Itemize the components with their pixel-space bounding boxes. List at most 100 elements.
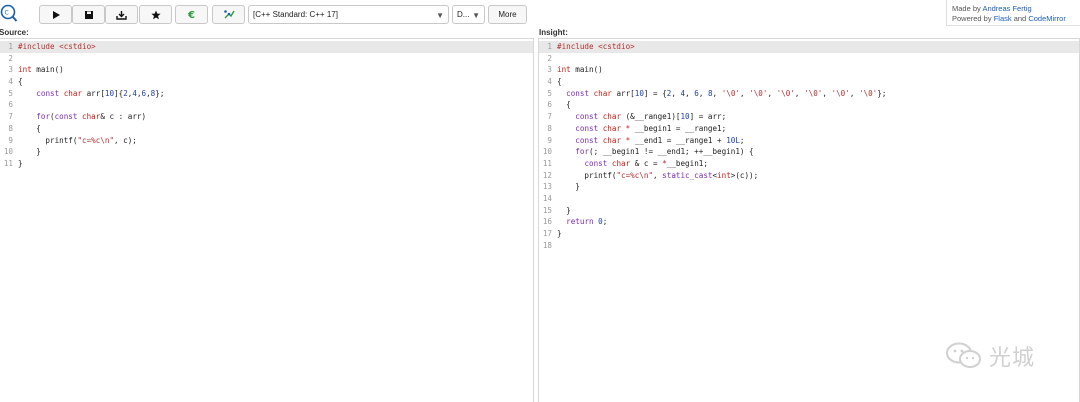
code-line[interactable]: 13 } (539, 181, 1079, 193)
cpp-standard-value: [C++ Standard: C++ 17] (253, 10, 338, 19)
options-select[interactable]: D... ▼ (452, 5, 485, 24)
line-text: int main() (557, 65, 603, 75)
download-button[interactable] (105, 5, 138, 24)
line-text: const char & c = *__begin1; (584, 158, 708, 168)
compiler-explorer-icon (223, 10, 235, 19)
line-number: 7 (8, 112, 13, 122)
line-number: 2 (8, 53, 13, 63)
line-text: int main() (18, 65, 64, 75)
and-text: and (1011, 14, 1029, 23)
code-line[interactable]: 8 const char * __begin1 = __range1; (539, 123, 1079, 135)
cpp-insights-logo-icon[interactable]: C (0, 3, 18, 23)
wechat-icon (946, 342, 981, 368)
toolbar: C € [C++ Standard: C++ 17] ▼ D... ▼ More… (0, 0, 1080, 30)
line-number: 1 (8, 42, 13, 51)
code-line[interactable]: 3 int main() (539, 64, 1079, 76)
line-text: } (18, 147, 41, 157)
insight-label: Insight: (539, 28, 568, 37)
chevron-down-icon: ▼ (436, 11, 444, 20)
code-line[interactable]: 5 const char arr[10] = {2, 4, 6, 8, '\0'… (539, 88, 1079, 100)
save-button[interactable] (72, 5, 105, 24)
code-line[interactable]: 5 const char arr[10]{2,4,6,8}; (0, 88, 533, 100)
line-number: 14 (542, 193, 552, 203)
code-line[interactable]: 12 printf("c=%c\n", static_cast<int>(c))… (539, 170, 1079, 182)
line-text: return 0; (566, 217, 608, 227)
line-number: 17 (542, 229, 552, 238)
code-line[interactable]: 1 #include <cstdio> (0, 41, 533, 53)
line-number: 12 (542, 170, 552, 180)
codemirror-link[interactable]: CodeMirror (1028, 14, 1066, 23)
star-icon (150, 10, 161, 19)
line-text: for(; __begin1 != __end1; ++__begin1) { (575, 147, 754, 157)
line-number: 10 (542, 147, 552, 157)
line-text: { (18, 123, 41, 133)
line-text: const char arr[10]{2,4,6,8}; (36, 88, 165, 98)
line-number: 10 (3, 147, 13, 157)
line-text: } (557, 205, 571, 215)
code-line[interactable]: 4{ (0, 76, 533, 88)
code-line[interactable]: 16 return 0; (539, 216, 1079, 228)
line-number: 13 (542, 182, 552, 192)
watermark: 光城 (945, 340, 1035, 372)
line-number: 5 (8, 88, 13, 98)
source-code: 1 #include <cstdio> 2 3 int main() 4{5 const … (0, 41, 533, 170)
code-line[interactable]: 4{ (539, 76, 1079, 88)
line-number: 18 (542, 240, 552, 250)
code-line[interactable]: 6 { (539, 99, 1079, 111)
chevron-down-icon: ▼ (472, 11, 480, 20)
insight-code: 1 #include <cstdio> 2 3 int main() 4{5 const … (539, 41, 1079, 251)
line-number: 9 (8, 135, 13, 145)
code-line[interactable]: 1 #include <cstdio> (539, 41, 1079, 53)
watermark-text: 光城 (989, 346, 1036, 371)
line-text: const char * __end1 = __range1 + 10L; (575, 135, 745, 145)
code-line[interactable]: 3 int main() (0, 64, 533, 76)
compiler-explorer-button[interactable] (212, 5, 245, 24)
code-line[interactable]: 17} (539, 228, 1079, 240)
code-line[interactable]: 10 } (0, 146, 533, 158)
svg-text:C: C (5, 10, 9, 17)
source-editor[interactable]: 1 #include <cstdio> 2 3 int main() 4{5 const … (0, 38, 534, 402)
line-number: 2 (547, 53, 552, 63)
line-text: const char * __begin1 = __range1; (575, 123, 727, 133)
code-line[interactable]: 8 { (0, 123, 533, 135)
author-link[interactable]: Andreas Fertig (982, 4, 1031, 13)
powered-by-text: Powered by (952, 14, 994, 23)
code-line[interactable]: 14 (539, 193, 1079, 205)
more-button[interactable]: More (488, 5, 527, 24)
code-line[interactable]: 9 const char * __end1 = __range1 + 10L; (539, 135, 1079, 147)
flask-link[interactable]: Flask (994, 14, 1012, 23)
code-line[interactable]: 10 for(; __begin1 != __end1; ++__begin1)… (539, 146, 1079, 158)
line-number: 16 (542, 217, 552, 227)
code-line[interactable]: 15 } (539, 205, 1079, 217)
code-line[interactable]: 18 (539, 240, 1079, 252)
line-text: printf("c=%c\n", static_cast<int>(c)); (557, 170, 759, 180)
code-line[interactable]: 7 for(const char& c : arr) (0, 111, 533, 123)
cppinsights-link-button[interactable]: € (175, 5, 208, 24)
line-text: #include <cstdio> (557, 42, 635, 51)
line-number: 7 (547, 112, 552, 122)
code-line[interactable]: 2 (539, 53, 1079, 65)
code-line[interactable]: 11} (0, 158, 533, 170)
svg-text:€: € (187, 10, 195, 20)
line-text: printf("c=%c\n", c); (18, 135, 137, 145)
favorite-button[interactable] (139, 5, 172, 24)
line-number: 1 (547, 42, 552, 51)
line-text: } (557, 182, 580, 192)
line-number: 11 (3, 158, 13, 168)
code-line[interactable]: 2 (0, 53, 533, 65)
cpp-standard-select[interactable]: [C++ Standard: C++ 17] ▼ (248, 5, 449, 24)
line-text: { (557, 77, 562, 87)
run-button[interactable] (39, 5, 72, 24)
code-line[interactable]: 6 (0, 99, 533, 111)
line-number: 11 (542, 158, 552, 168)
code-line[interactable]: 7 const char (&__range1)[10] = arr; (539, 111, 1079, 123)
code-line[interactable]: 11 const char & c = *__begin1; (539, 158, 1079, 170)
options-value: D... (457, 10, 470, 19)
source-label: Source: (0, 28, 29, 37)
download-icon (116, 10, 127, 20)
line-text: const char arr[10] = {2, 4, 6, 8, '\0', … (566, 88, 887, 98)
line-text: for(const char& c : arr) (36, 112, 147, 122)
line-number: 6 (8, 100, 13, 110)
line-number: 15 (542, 205, 552, 215)
code-line[interactable]: 9 printf("c=%c\n", c); (0, 135, 533, 147)
